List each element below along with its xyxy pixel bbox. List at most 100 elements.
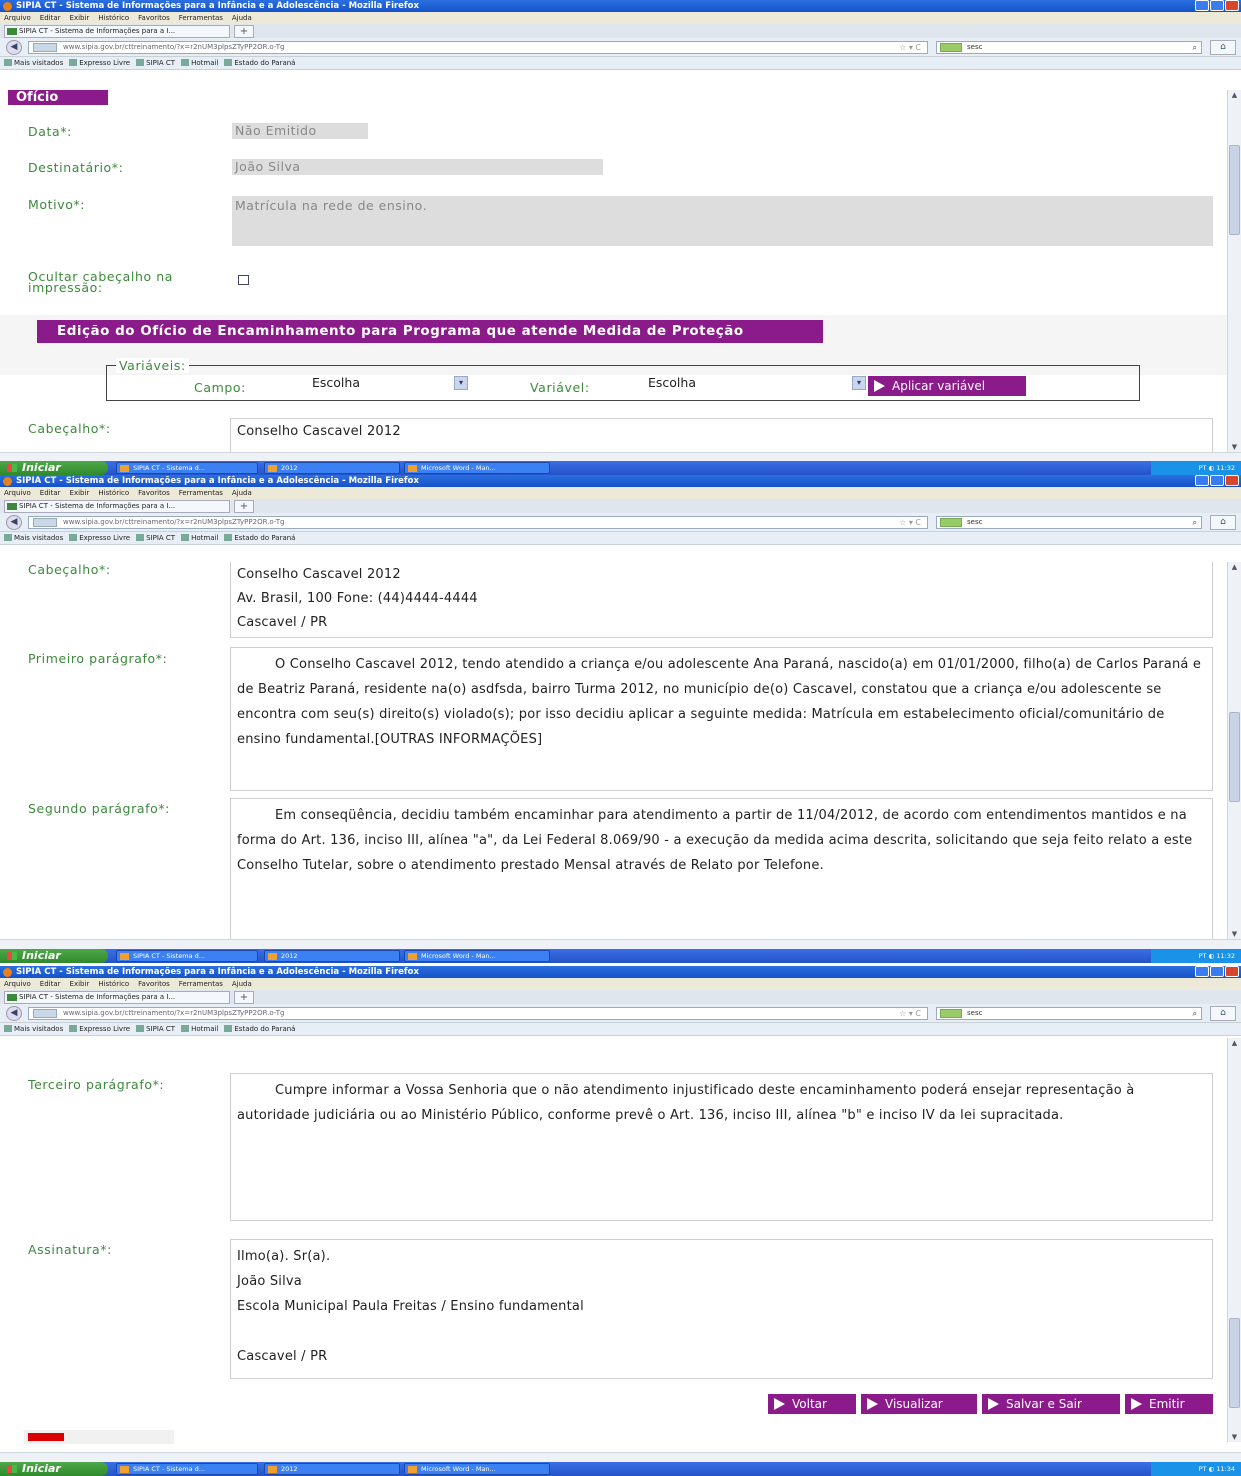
- search-engine-icon[interactable]: [940, 518, 962, 527]
- bookmark-expresso-livre[interactable]: Expresso Livre: [69, 534, 130, 542]
- bookmark-sipia-ct[interactable]: SIPIA CT: [136, 534, 175, 542]
- taskbar-task-firefox[interactable]: SIPIA CT - Sistema d...: [116, 1463, 258, 1475]
- bookmark-expresso-livre[interactable]: Expresso Livre: [69, 1025, 130, 1033]
- menu-ferramentas[interactable]: Ferramentas: [179, 489, 223, 497]
- scroll-thumb[interactable]: [1229, 1318, 1240, 1408]
- horizontal-scrollbar[interactable]: [0, 1452, 1241, 1462]
- menu-ajuda[interactable]: Ajuda: [232, 489, 252, 497]
- menu-editar[interactable]: Editar: [40, 489, 61, 497]
- menu-arquivo[interactable]: Arquivo: [4, 489, 31, 497]
- chevron-down-icon[interactable]: ▾: [852, 376, 866, 390]
- new-tab-button[interactable]: +: [234, 25, 254, 38]
- bookmark-mais-visitados[interactable]: Mais visitados: [4, 1025, 63, 1033]
- bookmark-star-icon[interactable]: ☆ ▾ C: [899, 1008, 921, 1019]
- search-icon[interactable]: ⌕: [1193, 42, 1197, 53]
- menu-ajuda[interactable]: Ajuda: [232, 14, 252, 22]
- bookmark-estado-parana[interactable]: Estado do Paraná: [224, 534, 295, 542]
- scroll-down-icon[interactable]: ▼: [1228, 1432, 1241, 1442]
- new-tab-button[interactable]: +: [234, 500, 254, 513]
- campo-select[interactable]: Escolha ▾: [308, 375, 468, 393]
- start-button[interactable]: Iniciar: [0, 1462, 108, 1476]
- search-input[interactable]: sesc ⌕: [936, 1007, 1202, 1020]
- home-button[interactable]: ⌂: [1210, 40, 1236, 55]
- menu-historico[interactable]: Histórico: [98, 489, 129, 497]
- primeiro-paragrafo-textarea[interactable]: O Conselho Cascavel 2012, tendo atendido…: [230, 647, 1213, 791]
- bookmark-hotmail[interactable]: Hotmail: [181, 1025, 218, 1033]
- vertical-scrollbar[interactable]: ▲ ▼: [1227, 1038, 1241, 1442]
- scroll-down-icon[interactable]: ▼: [1228, 929, 1241, 939]
- browser-tab[interactable]: SIPIA CT - Sistema de Informações para a…: [4, 25, 230, 38]
- language-indicator[interactable]: PT: [1199, 464, 1207, 472]
- url-bar[interactable]: www.sipia.gov.br/cttreinamento/?x=r2nUM3…: [28, 41, 928, 54]
- taskbar-task-firefox[interactable]: SIPIA CT - Sistema d...: [116, 950, 258, 962]
- vertical-scrollbar[interactable]: ▲ ▼: [1227, 90, 1241, 452]
- menu-arquivo[interactable]: Arquivo: [4, 14, 31, 22]
- cabecalho-textarea[interactable]: Conselho Cascavel 2012 Av. Brasil, 100 Fo…: [230, 562, 1213, 638]
- bookmark-star-icon[interactable]: ☆ ▾ C: [899, 517, 921, 528]
- scroll-thumb[interactable]: [1229, 145, 1240, 235]
- back-button[interactable]: ◀: [6, 515, 22, 530]
- cabecalho-textarea[interactable]: Conselho Cascavel 2012: [230, 418, 1213, 452]
- site-identity-icon[interactable]: [33, 43, 57, 52]
- variavel-select[interactable]: Escolha ▾: [644, 375, 866, 393]
- language-indicator[interactable]: PT: [1199, 952, 1207, 960]
- browser-tab[interactable]: SIPIA CT - Sistema de Informações para a…: [4, 500, 230, 513]
- bookmark-sipia-ct[interactable]: SIPIA CT: [136, 1025, 175, 1033]
- scroll-up-icon[interactable]: ▲: [1228, 1038, 1241, 1048]
- search-icon[interactable]: ⌕: [1193, 517, 1197, 528]
- menu-exibir[interactable]: Exibir: [70, 980, 90, 988]
- search-input[interactable]: sesc ⌕: [936, 41, 1202, 54]
- visualizar-button[interactable]: Visualizar: [861, 1394, 977, 1414]
- menu-exibir[interactable]: Exibir: [70, 14, 90, 22]
- taskbar-task-word[interactable]: Microsoft Word - Man...: [404, 1463, 550, 1475]
- voltar-button[interactable]: Voltar: [768, 1394, 856, 1414]
- aplicar-variavel-button[interactable]: Aplicar variável: [868, 376, 1026, 396]
- bookmark-mais-visitados[interactable]: Mais visitados: [4, 534, 63, 542]
- menu-exibir[interactable]: Exibir: [70, 489, 90, 497]
- taskbar-task-folder[interactable]: 2012: [264, 950, 400, 962]
- search-icon[interactable]: ⌕: [1193, 1008, 1197, 1019]
- search-engine-icon[interactable]: [940, 1009, 962, 1018]
- bookmark-star-icon[interactable]: ☆ ▾ C: [899, 42, 921, 53]
- close-icon[interactable]: [1225, 0, 1239, 11]
- emitir-button[interactable]: Emitir: [1125, 1394, 1213, 1414]
- segundo-paragrafo-textarea[interactable]: Em conseqüência, decidiu também encaminh…: [230, 798, 1213, 939]
- scroll-up-icon[interactable]: ▲: [1228, 90, 1241, 100]
- menu-favoritos[interactable]: Favoritos: [138, 14, 170, 22]
- scroll-down-icon[interactable]: ▼: [1228, 442, 1241, 452]
- menu-favoritos[interactable]: Favoritos: [138, 489, 170, 497]
- bookmark-sipia-ct[interactable]: SIPIA CT: [136, 59, 175, 67]
- menu-favoritos[interactable]: Favoritos: [138, 980, 170, 988]
- scroll-up-icon[interactable]: ▲: [1228, 562, 1241, 572]
- bookmark-estado-parana[interactable]: Estado do Paraná: [224, 1025, 295, 1033]
- url-bar[interactable]: www.sipia.gov.br/cttreinamento/?x=r2nUM3…: [28, 516, 928, 529]
- home-button[interactable]: ⌂: [1210, 1006, 1236, 1021]
- taskbar-task-firefox[interactable]: SIPIA CT - Sistema d...: [116, 462, 258, 474]
- language-indicator[interactable]: PT: [1199, 1465, 1207, 1473]
- minimize-icon[interactable]: [1195, 475, 1209, 486]
- bookmark-expresso-livre[interactable]: Expresso Livre: [69, 59, 130, 67]
- horizontal-scrollbar[interactable]: [0, 939, 1241, 949]
- url-bar[interactable]: www.sipia.gov.br/cttreinamento/?x=r2nUM3…: [28, 1007, 928, 1020]
- start-button[interactable]: Iniciar: [0, 949, 108, 963]
- menu-ferramentas[interactable]: Ferramentas: [179, 14, 223, 22]
- scroll-thumb[interactable]: [1229, 712, 1240, 802]
- close-icon[interactable]: [1225, 475, 1239, 486]
- vertical-scrollbar[interactable]: ▲ ▼: [1227, 562, 1241, 939]
- browser-tab[interactable]: SIPIA CT - Sistema de Informações para a…: [4, 991, 230, 1004]
- chevron-down-icon[interactable]: ▾: [454, 376, 468, 390]
- ocultar-cabecalho-checkbox[interactable]: [238, 275, 249, 285]
- minimize-icon[interactable]: [1195, 0, 1209, 11]
- home-button[interactable]: ⌂: [1210, 515, 1236, 530]
- menu-ajuda[interactable]: Ajuda: [232, 980, 252, 988]
- menu-historico[interactable]: Histórico: [98, 14, 129, 22]
- taskbar-task-word[interactable]: Microsoft Word - Man...: [404, 462, 550, 474]
- maximize-icon[interactable]: [1210, 0, 1224, 11]
- menu-historico[interactable]: Histórico: [98, 980, 129, 988]
- maximize-icon[interactable]: [1210, 475, 1224, 486]
- menu-arquivo[interactable]: Arquivo: [4, 980, 31, 988]
- close-icon[interactable]: [1225, 966, 1239, 977]
- taskbar-task-word[interactable]: Microsoft Word - Man...: [404, 950, 550, 962]
- back-button[interactable]: ◀: [6, 40, 22, 55]
- back-button[interactable]: ◀: [6, 1006, 22, 1021]
